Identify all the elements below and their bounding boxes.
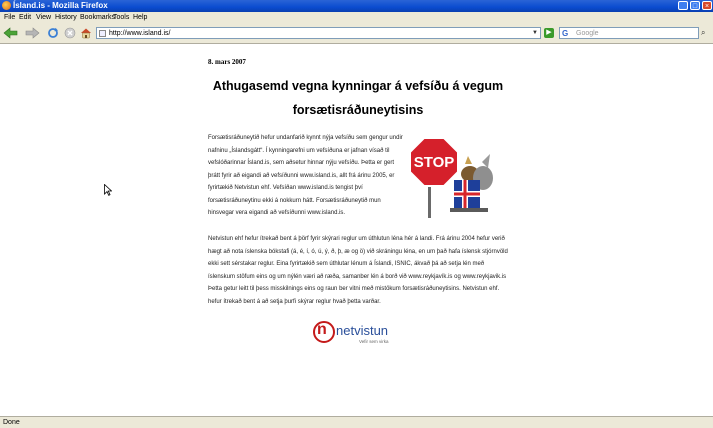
minimize-button[interactable]: _ xyxy=(678,1,688,10)
go-button[interactable]: ▶ xyxy=(544,28,554,38)
search-engine-icon[interactable]: G xyxy=(562,29,568,38)
close-button[interactable]: × xyxy=(702,1,712,10)
status-bar: Done xyxy=(0,416,713,428)
firefox-icon xyxy=(2,1,11,10)
logo-tagline: Vefir sem virka xyxy=(359,339,389,344)
article-date: 8. mars 2007 xyxy=(208,58,246,66)
url-text: http://www.island.is/ xyxy=(109,30,171,37)
search-input[interactable]: G Google xyxy=(559,27,699,39)
page-favicon xyxy=(99,30,106,37)
chevron-down-icon[interactable]: ▼ xyxy=(532,28,538,39)
menu-view[interactable]: View xyxy=(36,12,51,23)
menu-edit[interactable]: Edit xyxy=(19,12,31,23)
logo-mark: n xyxy=(317,321,327,338)
menu-history[interactable]: History xyxy=(55,12,77,23)
title-bar: Ísland.is - Mozilla Firefox _ □ × xyxy=(0,0,713,12)
article-headline: Athugasemd vegna kynningar á vefsíðu á v… xyxy=(212,79,504,117)
stop-icon[interactable] xyxy=(64,27,76,39)
address-bar[interactable]: http://www.island.is/ ▼ xyxy=(96,27,541,39)
logo-name: netvistun xyxy=(336,323,389,338)
forward-icon[interactable] xyxy=(24,27,40,39)
article-paragraph-1: Forsætisráðuneytið hefur undanfarið kynn… xyxy=(208,135,403,216)
maximize-button[interactable]: □ xyxy=(690,1,700,10)
article-paragraph-2: Netvistun ehf hefur ítrekað bent á þörf … xyxy=(208,236,508,305)
page-content: 8. mars 2007 Athugasemd vegna kynningar … xyxy=(0,44,713,416)
stop-sign-image: STOP xyxy=(409,136,495,218)
search-icon[interactable]: ⌕ xyxy=(701,27,711,39)
home-icon[interactable] xyxy=(80,27,92,39)
menu-tools[interactable]: Tools xyxy=(113,12,129,23)
reload-icon[interactable] xyxy=(47,27,59,39)
menu-file[interactable]: File xyxy=(4,12,15,23)
mouse-cursor-icon xyxy=(104,184,112,196)
menu-help[interactable]: Help xyxy=(133,12,147,23)
menu-bookmarks[interactable]: Bookmarks xyxy=(80,12,115,23)
search-placeholder: Google xyxy=(576,30,599,37)
stop-sign-text: STOP xyxy=(414,154,455,171)
netvistun-logo[interactable]: n netvistun Vefir sem virka xyxy=(312,320,402,348)
window-title: Ísland.is - Mozilla Firefox xyxy=(13,1,108,10)
menu-bar: File Edit View History Bookmarks Tools H… xyxy=(0,12,713,23)
back-icon[interactable] xyxy=(3,27,19,39)
status-text: Done xyxy=(3,419,20,426)
